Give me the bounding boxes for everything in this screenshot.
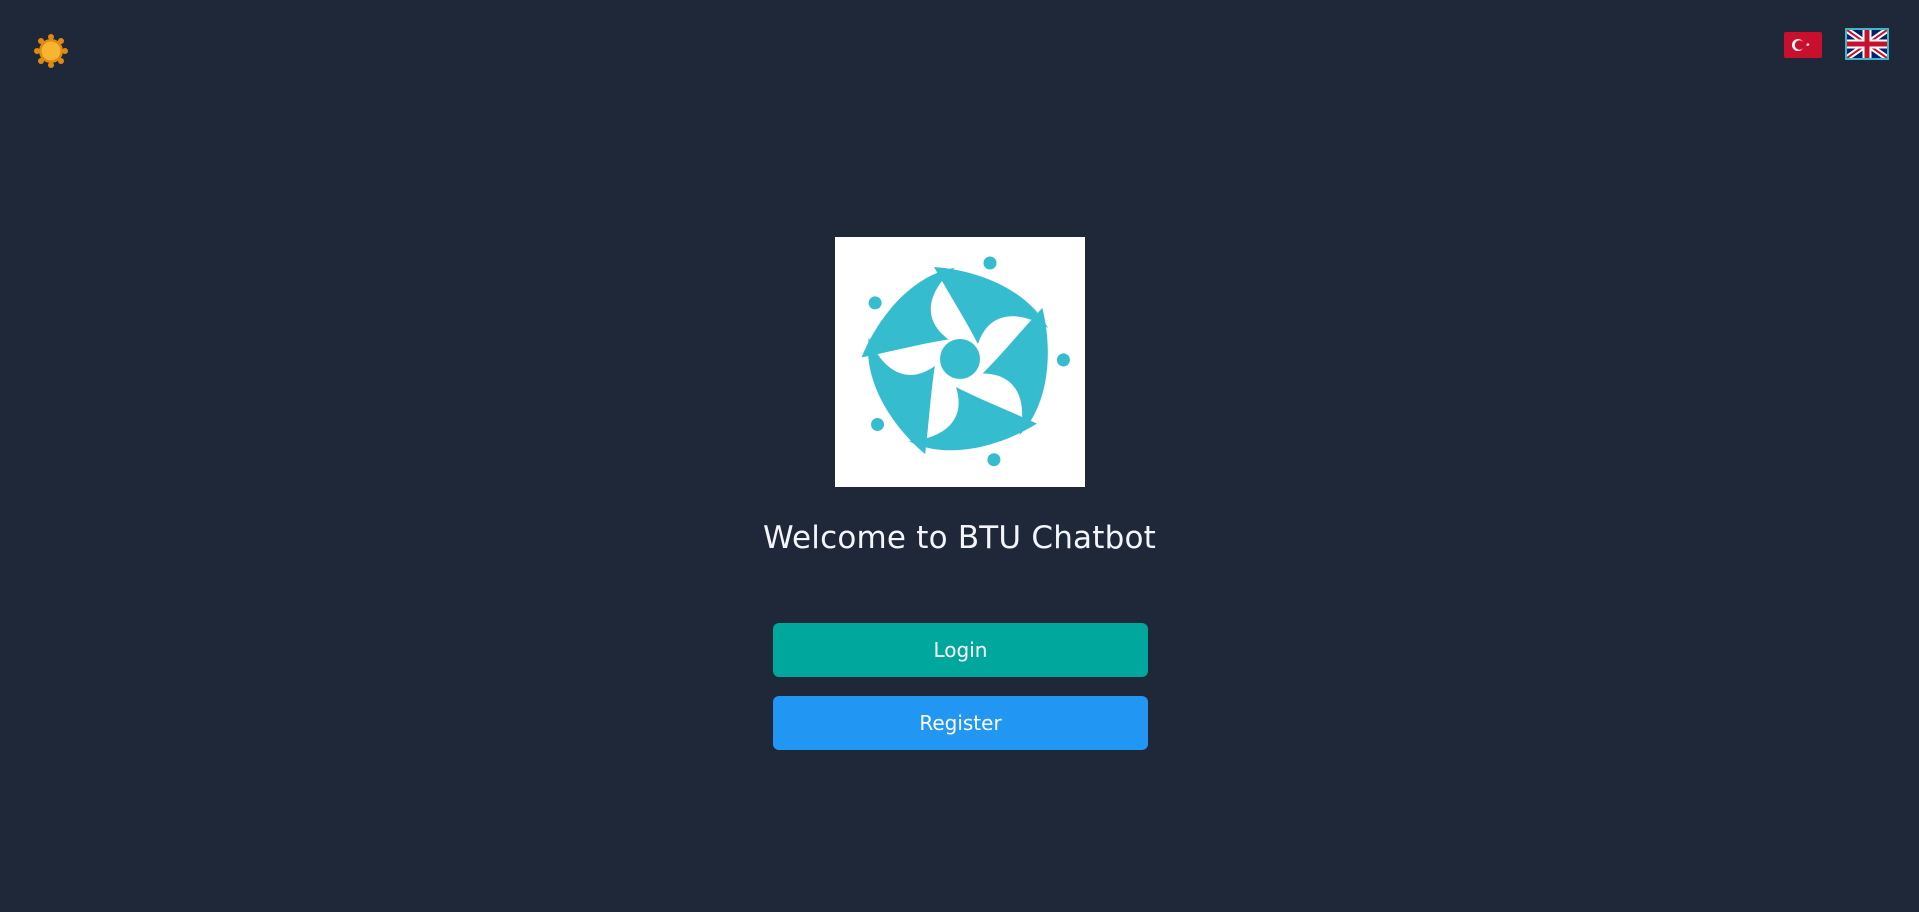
- btu-logo: [861, 256, 1070, 467]
- turkey-flag-icon: [1784, 32, 1822, 58]
- page: Welcome to BTU Chatbot Login Register: [0, 0, 1919, 912]
- language-tr-button[interactable]: [1784, 32, 1822, 58]
- login-button[interactable]: Login: [773, 623, 1148, 677]
- theme-toggle-button[interactable]: [34, 34, 68, 68]
- sun-icon: [34, 34, 68, 68]
- register-button[interactable]: Register: [773, 696, 1148, 750]
- logo-container: [835, 237, 1085, 487]
- uk-flag-icon: [1845, 27, 1889, 61]
- welcome-title: Welcome to BTU Chatbot: [762, 520, 1157, 556]
- language-en-button[interactable]: [1845, 27, 1889, 61]
